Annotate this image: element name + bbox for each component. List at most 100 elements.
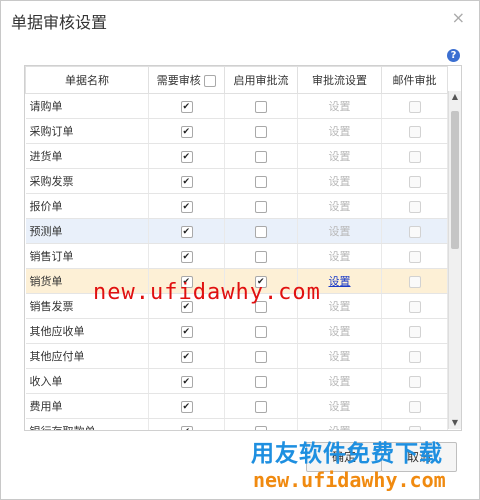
enable-flow-checkbox[interactable] (255, 175, 267, 188)
mail-approval-checkbox[interactable] (408, 425, 421, 430)
document-name: 其他应收单 (25, 318, 149, 344)
table-row[interactable]: 报价单 设置 (25, 193, 448, 219)
enable-flow-checkbox[interactable] (255, 100, 267, 113)
enable-flow-checkbox[interactable] (255, 225, 267, 238)
need-audit-checkbox[interactable] (180, 200, 193, 213)
flow-setting-link[interactable]: 设置 (329, 275, 351, 288)
table-row[interactable]: 预测单 设置 (25, 218, 448, 244)
mail-approval-checkbox[interactable] (408, 200, 421, 213)
enable-flow-checkbox[interactable] (255, 150, 267, 163)
mail-approval-checkbox[interactable] (408, 125, 421, 138)
header-mail-approval: 邮件审批 (381, 66, 448, 94)
enable-flow-checkbox[interactable] (255, 425, 267, 430)
mail-approval-checkbox[interactable] (408, 250, 421, 263)
document-name: 请购单 (25, 93, 149, 119)
mail-approval-cell (381, 118, 448, 144)
flow-setting-link: 设置 (329, 425, 351, 430)
select-all-audit-checkbox[interactable] (204, 75, 217, 87)
enable-flow-cell (224, 168, 298, 194)
table-row[interactable]: 采购订单 设置 (25, 118, 448, 144)
enable-flow-checkbox[interactable] (255, 400, 267, 413)
enable-flow-cell (224, 143, 298, 169)
flow-setting-link: 设置 (328, 350, 351, 363)
mail-approval-cell (381, 293, 448, 319)
enable-flow-checkbox[interactable] (255, 325, 267, 338)
need-audit-cell (148, 193, 225, 219)
enable-flow-checkbox[interactable] (255, 250, 267, 263)
enable-flow-checkbox[interactable] (255, 350, 267, 363)
need-audit-checkbox[interactable] (180, 125, 193, 138)
scroll-down-arrow-icon[interactable]: ▼ (449, 417, 461, 429)
table-row[interactable]: 其他应收单 设置 (25, 318, 448, 344)
mail-approval-checkbox[interactable] (408, 100, 421, 113)
document-name: 采购订单 (25, 118, 149, 144)
mail-approval-cell (381, 268, 448, 294)
flow-setting-link: 设置 (328, 400, 351, 413)
mail-approval-checkbox[interactable] (408, 225, 421, 238)
mail-approval-checkbox[interactable] (408, 325, 421, 338)
document-name: 报价单 (25, 193, 149, 219)
table-row[interactable]: 收入单 设置 (25, 368, 448, 394)
header-name: 单据名称 (25, 66, 149, 94)
mail-approval-cell (381, 243, 448, 269)
enable-flow-cell (224, 218, 298, 244)
mail-approval-checkbox[interactable] (408, 150, 421, 163)
mail-approval-cell (381, 93, 448, 119)
table-row[interactable]: 费用单 设置 (25, 393, 448, 419)
mail-approval-checkbox[interactable] (408, 300, 421, 313)
table-row[interactable]: 其他应付单 设置 (25, 343, 448, 369)
table-body: 请购单设置采购订单设置进货单设置采购发票设置报价单设置预测单设置销售订单设置销货… (25, 93, 448, 430)
need-audit-checkbox[interactable] (180, 425, 193, 430)
need-audit-checkbox[interactable] (180, 350, 193, 363)
table-row[interactable]: 采购发票 设置 (25, 168, 448, 194)
enable-flow-cell (224, 318, 298, 344)
table-row[interactable]: 进货单 设置 (25, 143, 448, 169)
help-icon[interactable]: ? (447, 49, 460, 62)
need-audit-checkbox[interactable] (180, 100, 193, 113)
watermark-site-red: new.ufidawhy.com (93, 280, 321, 305)
scroll-up-arrow-icon[interactable]: ▲ (449, 91, 461, 103)
table-row[interactable]: 请购单 设置 (25, 93, 448, 119)
scrollbar-thumb[interactable] (451, 111, 459, 249)
table-row[interactable]: 销售订单 设置 (25, 243, 448, 269)
need-audit-checkbox[interactable] (180, 150, 193, 163)
flow-setting-cell: 设置 (297, 368, 382, 394)
vertical-scrollbar[interactable]: ▲ ▼ (448, 91, 461, 429)
need-audit-checkbox[interactable] (180, 325, 193, 338)
need-audit-cell (148, 393, 225, 419)
flow-setting-link: 设置 (328, 200, 351, 213)
need-audit-checkbox[interactable] (180, 250, 193, 263)
flow-setting-cell: 设置 (297, 318, 382, 344)
mail-approval-checkbox[interactable] (408, 275, 421, 288)
flow-setting-link: 设置 (328, 375, 351, 388)
document-name: 收入单 (25, 368, 149, 394)
close-icon[interactable]: × (452, 8, 465, 27)
need-audit-cell (148, 118, 225, 144)
mail-approval-cell (381, 418, 448, 430)
mail-approval-checkbox[interactable] (408, 175, 421, 188)
enable-flow-checkbox[interactable] (255, 125, 267, 138)
need-audit-checkbox[interactable] (180, 175, 193, 188)
header-flow-setting: 审批流设置 (297, 66, 382, 94)
mail-approval-checkbox[interactable] (408, 400, 421, 413)
enable-flow-cell (224, 193, 298, 219)
table-row[interactable]: 银行存取款单设置 (25, 418, 448, 430)
enable-flow-checkbox[interactable] (255, 375, 267, 388)
document-name: 预测单 (25, 218, 149, 244)
mail-approval-checkbox[interactable] (408, 375, 421, 388)
flow-setting-cell: 设置 (297, 118, 382, 144)
need-audit-checkbox[interactable] (180, 375, 193, 388)
enable-flow-cell (224, 243, 298, 269)
flow-setting-cell: 设置 (297, 218, 382, 244)
flow-setting-link: 设置 (328, 300, 351, 313)
watermark-brand-blue: 用友软件免费下载 (251, 441, 443, 467)
audit-settings-dialog: 单据审核设置 × ? 单据名称 需要审核 启用审批流 审批流设置 邮件审批 请购… (0, 0, 480, 500)
enable-flow-cell (224, 118, 298, 144)
mail-approval-checkbox[interactable] (408, 350, 421, 363)
need-audit-cell (148, 168, 225, 194)
document-name: 其他应付单 (25, 343, 149, 369)
need-audit-checkbox[interactable] (180, 400, 193, 413)
enable-flow-cell (224, 418, 298, 430)
need-audit-checkbox[interactable] (180, 225, 193, 238)
enable-flow-checkbox[interactable] (255, 200, 267, 213)
